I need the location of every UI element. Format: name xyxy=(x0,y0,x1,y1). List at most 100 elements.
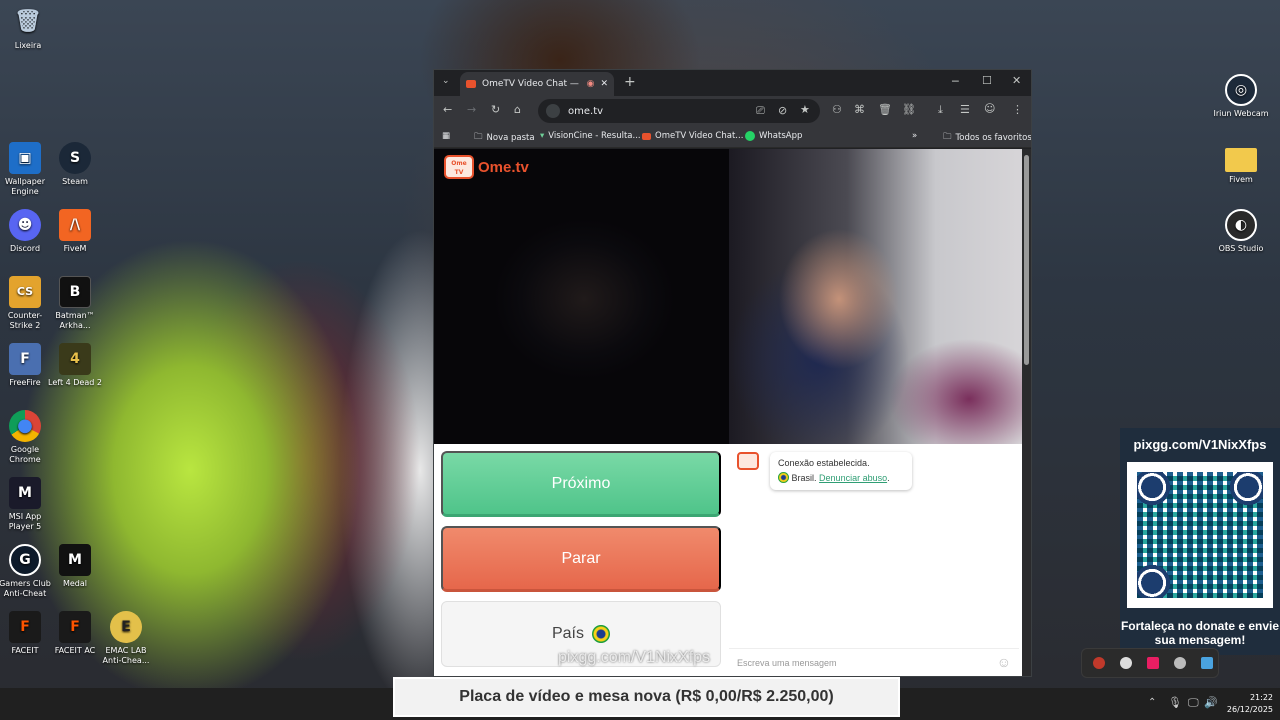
emoji-icon[interactable]: ☺ xyxy=(997,654,1011,670)
extension-icon-1[interactable]: ⚇ xyxy=(832,103,842,116)
system-message: Conexão estabelecida. Brasil. Denunciar … xyxy=(770,452,912,490)
delete-icon[interactable]: 🗑 xyxy=(878,103,892,116)
batman-icon: B xyxy=(59,276,91,308)
brazil-flag-icon xyxy=(592,625,610,643)
next-button[interactable]: Próximo xyxy=(441,451,721,517)
donation-goal-bar: Placa de vídeo e mesa nova (R$ 0,00/R$ 2… xyxy=(393,677,900,717)
site-info-icon[interactable] xyxy=(546,104,560,118)
maximize-icon[interactable]: ☐ xyxy=(982,74,992,87)
desktop-icon-gamers-club[interactable]: G Gamers Club Anti-Cheat xyxy=(0,544,53,599)
desktop-icon-cs2[interactable]: CS Counter-Strike 2 xyxy=(0,276,53,331)
desktop-icon-recycle-bin[interactable]: 🗑 Lixeira xyxy=(0,6,56,51)
tray-overflow-popup xyxy=(1081,648,1219,678)
stranger-video: Ome TV Ome.tv xyxy=(434,149,729,444)
visioncine-icon: ▾ xyxy=(540,131,545,141)
desktop-icon-faceit-ac[interactable]: F FACEIT AC xyxy=(47,611,103,656)
bookmark-visioncine[interactable]: ▾ VisionCine - Resulta... xyxy=(540,131,641,141)
whatsapp-icon xyxy=(745,131,755,141)
desktop-icon-obs-studio[interactable]: ◐ OBS Studio xyxy=(1213,209,1269,254)
back-icon[interactable]: ← xyxy=(443,103,452,116)
tray-discord-icon[interactable] xyxy=(1174,657,1186,669)
bookmark-ometv[interactable]: OmeTV Video Chat... xyxy=(642,131,743,141)
browser-window: ⌄ OmeTV Video Chat — Ome ◉ ✕ + ─ ☐ ✕ ← →… xyxy=(433,69,1032,677)
new-tab-icon[interactable]: + xyxy=(624,74,636,90)
desktop-icon-iriun-webcam[interactable]: ◎ Iriun Webcam xyxy=(1213,74,1269,119)
emac-lab-icon: E xyxy=(110,611,142,643)
tab-close-icon[interactable]: ✕ xyxy=(600,79,608,89)
link-icon[interactable]: ⛓ xyxy=(902,103,916,116)
minimize-icon[interactable]: ─ xyxy=(952,75,959,88)
medal-icon: M xyxy=(59,544,91,576)
donate-url: pixgg.com/V1NixXfps xyxy=(1133,437,1267,452)
playlist-icon[interactable]: ☰ xyxy=(960,103,970,116)
desktop-icon-discord[interactable]: ☻ Discord xyxy=(0,209,53,254)
tray-app-icon-5[interactable] xyxy=(1201,657,1213,669)
download-icon[interactable]: ⤓ xyxy=(938,103,943,117)
tab-strip: ⌄ OmeTV Video Chat — Ome ◉ ✕ + ─ ☐ ✕ xyxy=(434,70,1031,96)
apps-grid-icon[interactable]: ▦ xyxy=(442,131,450,141)
profile-avatar-icon[interactable]: ☺ xyxy=(984,102,995,115)
desktop-icon-fivem[interactable]: /\ FiveM xyxy=(47,209,103,254)
clock[interactable]: 21:22 26/12/2025 xyxy=(1225,692,1273,716)
tray-app-icon-3[interactable] xyxy=(1147,657,1159,669)
reload-icon[interactable]: ↻ xyxy=(491,103,500,116)
tab-search-icon[interactable]: ⌄ xyxy=(442,76,450,86)
home-icon[interactable]: ⌂ xyxy=(514,103,521,116)
microphone-icon[interactable]: 🎙 xyxy=(1168,696,1182,709)
tray-app-icon-1[interactable] xyxy=(1093,657,1105,669)
chat-panel: Conexão estabelecida. Brasil. Denunciar … xyxy=(729,444,1024,676)
msi-app-player-icon: M xyxy=(9,477,41,509)
address-bar[interactable]: ome.tv ⎚ ⊘ ★ xyxy=(538,99,820,123)
stream-watermark: pixgg.com/V1NixXfps xyxy=(558,649,711,666)
desktop-icon-msi-app-player[interactable]: M MSI App Player 5 xyxy=(0,477,53,532)
ometv-favicon-icon xyxy=(466,80,476,88)
tab-ometv[interactable]: OmeTV Video Chat — Ome ◉ ✕ xyxy=(460,72,614,96)
desktop-icon-chrome[interactable]: ● Google Chrome xyxy=(0,410,53,465)
recycle-bin-icon: 🗑 xyxy=(14,9,42,34)
close-window-icon[interactable]: ✕ xyxy=(1012,74,1021,87)
folder-icon: 🗀 xyxy=(943,132,952,142)
desktop-icon-faceit[interactable]: F FACEIT xyxy=(0,611,53,656)
cast-icon[interactable]: ⎚ xyxy=(756,104,765,118)
volume-icon[interactable]: 🔊 xyxy=(1204,696,1218,709)
desktop-icon-fivem-folder[interactable]: Fivem xyxy=(1213,142,1269,185)
desktop-icon-left4dead[interactable]: 4 Left 4 Dead 2 xyxy=(47,343,103,388)
desktop-icon-steam[interactable]: S Steam xyxy=(47,142,103,187)
forward-icon[interactable]: → xyxy=(467,103,476,116)
chat-message-input[interactable]: Escreva uma mensagem ☺ xyxy=(729,648,1019,676)
desktop-icon-batman[interactable]: B Batman™ Arkha... xyxy=(47,276,103,331)
donate-message: Fortaleça no donate e envie sua mensagem… xyxy=(1120,619,1280,647)
translate-icon[interactable]: ⌘ xyxy=(854,103,865,116)
all-bookmarks[interactable]: 🗀 Todos os favoritos xyxy=(943,131,1031,145)
bookmarks-bar: ▦ 🗀 Nova pasta ▾ VisionCine - Resulta... O… xyxy=(434,126,1031,148)
stop-button[interactable]: Parar xyxy=(441,526,721,592)
desktop-icon-freefire[interactable]: F FreeFire xyxy=(0,343,53,388)
desktop-icon-wallpaper-engine[interactable]: ▣ Wallpaper Engine xyxy=(0,142,53,197)
faceit-icon: F xyxy=(9,611,41,643)
eye-off-icon[interactable]: ⊘ xyxy=(778,104,787,117)
bookmark-star-icon[interactable]: ★ xyxy=(800,103,810,116)
more-bookmarks-icon[interactable]: » xyxy=(912,131,917,141)
brazil-flag-icon xyxy=(778,472,789,483)
fivem-icon: /\ xyxy=(59,209,91,241)
bookmark-whatsapp[interactable]: WhatsApp xyxy=(745,131,802,141)
ometv-logo-text: Ome.tv xyxy=(478,158,529,176)
bookmark-nova-pasta[interactable]: 🗀 Nova pasta xyxy=(474,131,535,145)
self-webcam-video xyxy=(729,149,1024,444)
left4dead-icon: 4 xyxy=(59,343,91,375)
desktop-icon-emac-lab[interactable]: E EMAC LAB Anti-Chea... xyxy=(98,611,154,666)
discord-icon: ☻ xyxy=(9,209,41,241)
network-icon[interactable]: 🖵 xyxy=(1188,696,1199,710)
browser-toolbar: ← → ↻ ⌂ ome.tv ⎚ ⊘ ★ ⚇ ⌘ 🗑 ⛓ ⤓ ☰ ☺ ⋮ xyxy=(434,96,1031,126)
tray-app-icon-2[interactable] xyxy=(1120,657,1132,669)
obs-studio-icon: ◐ xyxy=(1225,209,1257,241)
report-abuse-link[interactable]: Denunciar abuso xyxy=(819,473,887,483)
gamers-club-icon: G xyxy=(9,544,41,576)
desktop-icon-medal[interactable]: M Medal xyxy=(47,544,103,589)
page-scrollbar[interactable] xyxy=(1022,149,1031,676)
menu-kebab-icon[interactable]: ⋮ xyxy=(1012,103,1023,116)
chrome-icon: ● xyxy=(9,410,41,442)
tray-chevron-icon[interactable]: ⌃ xyxy=(1148,697,1156,708)
scrollbar-thumb[interactable] xyxy=(1024,155,1029,365)
ometv-page: Ome TV Ome.tv Próximo Parar País Conexão… xyxy=(434,149,1024,676)
